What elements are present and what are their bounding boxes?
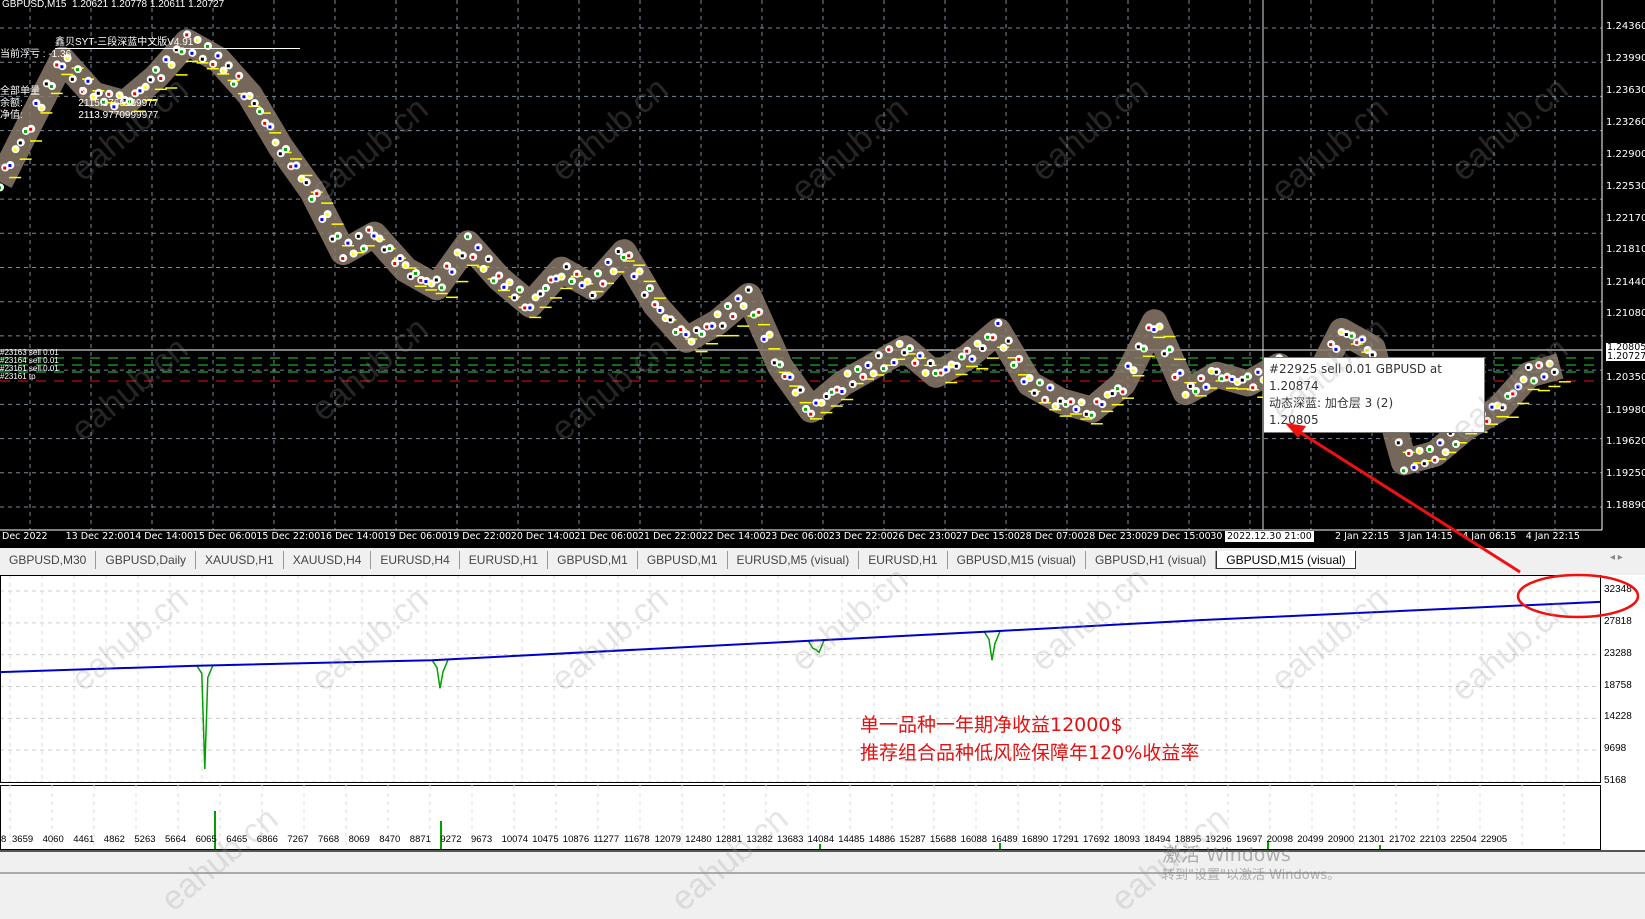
windows-activation-text: 转到"设置"以激活 Windows。 bbox=[1162, 868, 1341, 883]
annotation-arrow bbox=[1289, 424, 1521, 574]
windows-activation-title: 激活 Windows bbox=[1162, 844, 1291, 866]
annotation-overlay bbox=[1285, 423, 1640, 619]
